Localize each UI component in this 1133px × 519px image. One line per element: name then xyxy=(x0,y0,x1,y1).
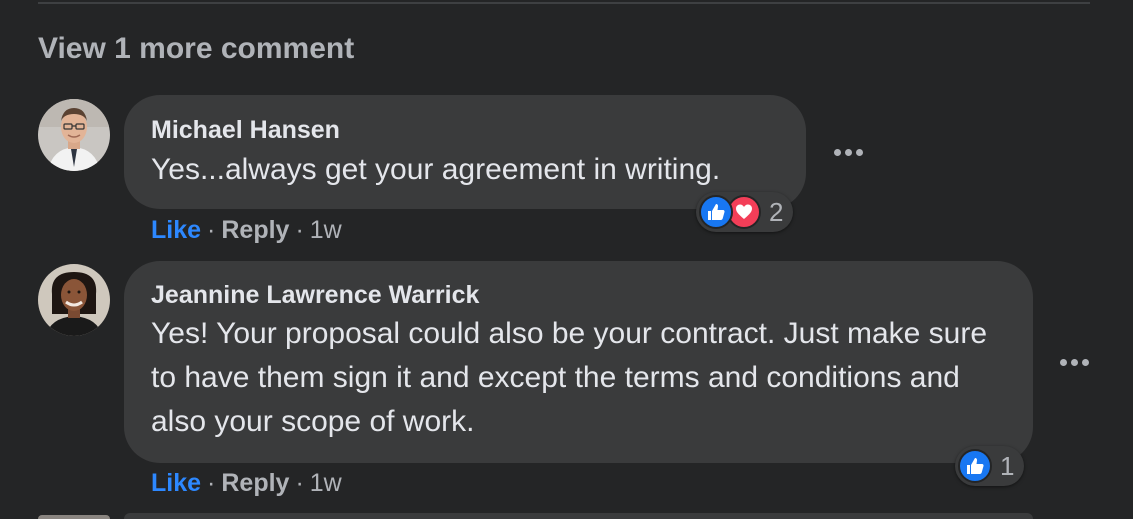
dot-icon xyxy=(844,148,852,156)
dot-icon xyxy=(1070,358,1078,366)
reaction-count: 1 xyxy=(1000,450,1015,481)
like-button[interactable]: Like xyxy=(151,469,201,497)
avatar-michael-image xyxy=(38,99,110,171)
dot-icon xyxy=(833,148,841,156)
comment-timestamp[interactable]: 1w xyxy=(310,216,342,244)
comment-text: Yes! Your proposal could also be your co… xyxy=(151,317,988,438)
comment-author-link[interactable]: Michael Hansen xyxy=(151,116,778,145)
top-divider xyxy=(38,2,1090,4)
comment-actions: Like · Reply · 1w xyxy=(151,469,342,498)
comment-actions: Like · Reply · 1w xyxy=(151,216,342,245)
separator-dot: · xyxy=(207,469,216,497)
like-icon xyxy=(958,449,992,483)
separator-dot: · xyxy=(295,469,304,497)
comment-options-button[interactable] xyxy=(1054,350,1094,374)
like-button[interactable]: Like xyxy=(151,216,201,244)
separator-dot: · xyxy=(207,216,216,244)
separator-dot: · xyxy=(295,216,304,244)
comment-bubble: Jeannine Lawrence Warrick Yes! Your prop… xyxy=(124,261,1033,463)
dot-icon xyxy=(1059,358,1067,366)
reactions-summary[interactable]: 1 xyxy=(955,446,1025,486)
comment-text: Yes...always get your agreement in writi… xyxy=(151,153,721,186)
comment-bubble: Michael Hansen Yes...always get your agr… xyxy=(124,95,806,209)
comment-timestamp[interactable]: 1w xyxy=(310,469,342,497)
comment-author-link[interactable]: Jeannine Lawrence Warrick xyxy=(151,281,1005,310)
dot-icon xyxy=(855,148,863,156)
avatar[interactable] xyxy=(38,99,110,171)
comment-bubble xyxy=(124,513,1033,519)
view-more-comments-link[interactable]: View 1 more comment xyxy=(38,32,354,66)
avatar-jeannine-image xyxy=(38,264,110,336)
like-icon xyxy=(699,195,733,229)
avatar[interactable] xyxy=(38,264,110,336)
reactions-summary[interactable]: 2 xyxy=(696,192,794,232)
reply-button[interactable]: Reply xyxy=(221,216,289,244)
avatar[interactable] xyxy=(38,515,110,519)
reaction-count: 2 xyxy=(769,196,784,227)
dot-icon xyxy=(1081,358,1089,366)
comment-options-button[interactable] xyxy=(828,140,868,164)
reply-button[interactable]: Reply xyxy=(221,469,289,497)
